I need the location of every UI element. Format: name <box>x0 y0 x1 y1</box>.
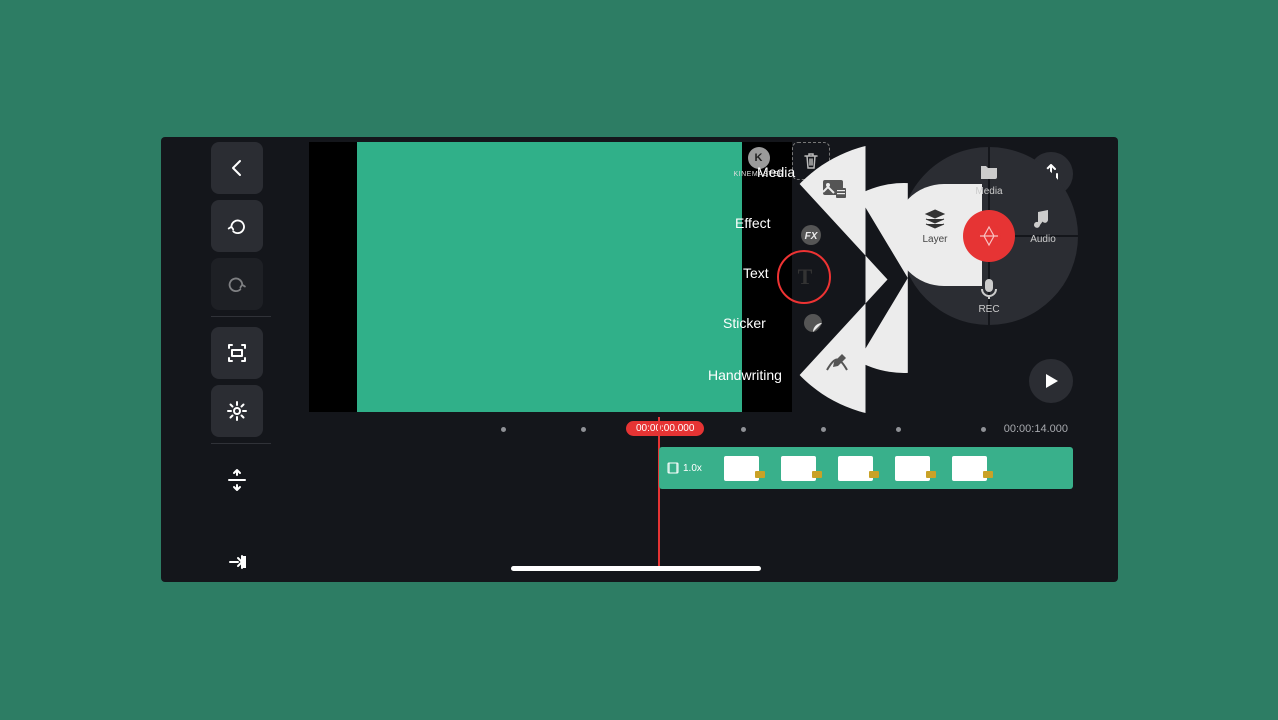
ruler-tick <box>741 427 746 432</box>
fx-icon: FX <box>799 223 823 247</box>
undo-icon <box>226 215 248 237</box>
clip-speed-text: 1.0x <box>683 463 702 474</box>
flyout-sticker-label: Sticker <box>723 315 766 331</box>
ruler-tick <box>581 427 586 432</box>
split-vertical-icon <box>225 468 249 492</box>
preview-canvas <box>357 142 742 412</box>
aperture-icon <box>975 222 1003 250</box>
action-wheel: Media Audio Layer REC <box>900 147 1078 325</box>
ruler-tick <box>981 427 986 432</box>
flyout-text-button[interactable]: T <box>787 259 823 295</box>
timeline-expand-button[interactable] <box>211 454 263 506</box>
folder-icon <box>978 160 1000 182</box>
sticker-icon <box>801 311 825 335</box>
capture-button[interactable] <box>963 210 1015 262</box>
flyout-media-label: Media <box>757 164 795 180</box>
clip-thumbnail <box>781 456 816 481</box>
clip-speed-badge: 1.0x <box>667 462 702 474</box>
end-time-label: 00:00:14.000 <box>1004 423 1068 435</box>
arrow-to-right-icon <box>226 551 248 573</box>
wheel-rec-button[interactable]: REC <box>900 277 1078 315</box>
flyout-text-label: Text <box>743 265 769 281</box>
wheel-layer-button[interactable]: Layer <box>910 207 960 245</box>
wheel-media-button[interactable]: Media <box>900 159 1078 197</box>
text-t-icon: T <box>792 264 818 290</box>
svg-text:FX: FX <box>805 231 819 242</box>
flyout-effect-button[interactable]: FX <box>793 217 829 253</box>
wheel-rec-label: REC <box>978 304 999 315</box>
wheel-media-label: Media <box>975 186 1002 197</box>
flyout-sticker-button[interactable] <box>795 305 831 341</box>
ruler-tick <box>896 427 901 432</box>
play-icon <box>1042 372 1060 390</box>
media-image-icon <box>822 179 848 201</box>
play-button[interactable] <box>1029 359 1073 403</box>
expand-icon <box>226 342 248 364</box>
film-icon <box>667 462 679 474</box>
jump-to-end-button[interactable] <box>211 536 263 582</box>
music-note-icon <box>1032 208 1054 230</box>
layers-icon <box>924 208 946 230</box>
left-sidebar <box>211 142 271 582</box>
timeline-ruler[interactable]: 00:00:00.000 00:00:14.000 <box>441 417 1078 441</box>
home-indicator <box>511 566 761 571</box>
flyout-handwriting-label: Handwriting <box>708 367 782 383</box>
current-time-pill: 00:00:00.000 <box>626 421 704 436</box>
clip-thumbnail <box>838 456 873 481</box>
pen-icon <box>824 352 850 374</box>
timeline-clip[interactable]: 1.0x <box>659 447 1073 489</box>
ruler-tick <box>821 427 826 432</box>
flyout-handwriting-button[interactable] <box>819 345 855 381</box>
clip-thumbnail <box>952 456 987 481</box>
back-button[interactable] <box>211 142 263 194</box>
flyout-media-button[interactable] <box>817 172 853 208</box>
ruler-tick <box>501 427 506 432</box>
redo-button[interactable] <box>211 258 263 310</box>
clip-thumbnail <box>724 456 759 481</box>
chevron-left-icon <box>227 158 247 178</box>
divider <box>211 443 271 444</box>
svg-text:T: T <box>798 264 813 289</box>
wheel-audio-label: Audio <box>1030 234 1056 245</box>
wheel-audio-button[interactable]: Audio <box>1018 207 1068 245</box>
playhead[interactable] <box>658 417 660 569</box>
redo-icon <box>226 273 248 295</box>
wheel-layer-label: Layer <box>922 234 947 245</box>
undo-button[interactable] <box>211 200 263 252</box>
clip-thumbnail <box>895 456 930 481</box>
flyout-effect-label: Effect <box>735 215 771 231</box>
microphone-icon <box>980 278 998 300</box>
settings-button[interactable] <box>211 385 263 437</box>
divider <box>211 316 271 317</box>
app-window: K KINEMASTER Media Audio Layer REC <box>161 137 1118 582</box>
gear-icon <box>226 400 248 422</box>
fit-screen-button[interactable] <box>211 327 263 379</box>
